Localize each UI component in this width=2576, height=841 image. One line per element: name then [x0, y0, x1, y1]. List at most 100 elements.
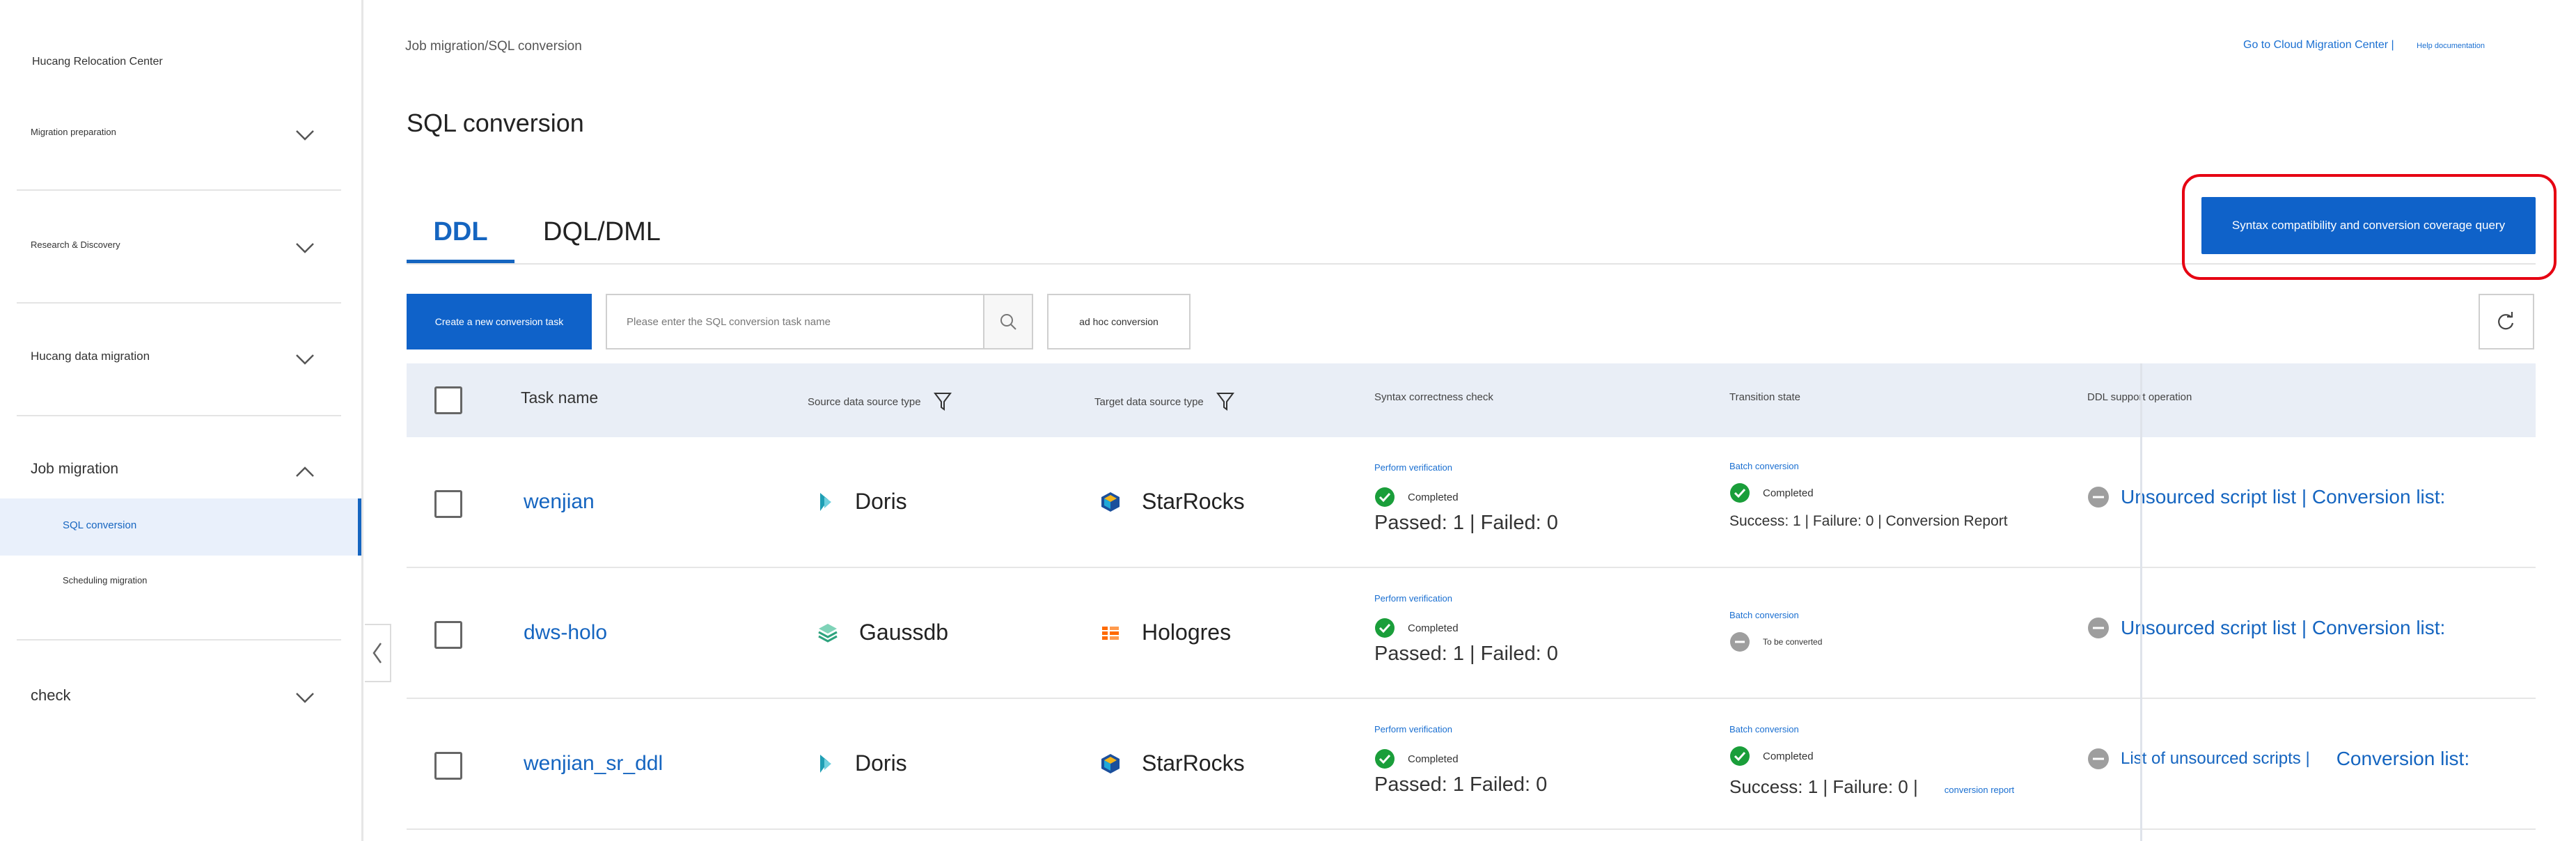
transition-status: Completed	[1729, 746, 2014, 767]
search-button[interactable]	[983, 295, 1032, 348]
transition-status-label: Completed	[1763, 487, 1814, 499]
source-type-label: Doris	[855, 750, 907, 776]
check-circle-icon	[1375, 618, 1395, 638]
brand-title: Hucang Relocation Center	[32, 56, 163, 68]
source-type-label: Doris	[855, 489, 907, 514]
sidebar-item-label: Scheduling migration	[63, 575, 148, 585]
tab-ddl[interactable]: DDL	[407, 209, 515, 263]
refresh-button[interactable]	[2479, 294, 2534, 349]
check-result: Passed: 1 | Failed: 0	[1374, 643, 1558, 665]
target-type-label: StarRocks	[1142, 750, 1245, 776]
chevron-left-icon	[372, 643, 382, 663]
doris-icon	[820, 754, 831, 773]
top-links: Go to Cloud Migration Center | Help docu…	[2243, 39, 2485, 52]
target-type-label: Hologres	[1142, 620, 1232, 645]
select-all-checkbox[interactable]	[434, 386, 462, 414]
transition-state-cell: Batch conversion Completed Success: 1 | …	[1729, 461, 2008, 530]
perform-verification-link[interactable]: Perform verification	[1374, 724, 1547, 734]
batch-conversion-link[interactable]: Batch conversion	[1729, 461, 2008, 471]
table-row: dws-holo Gaussdb Hologres Perform verifi…	[407, 568, 2536, 699]
task-name-link[interactable]: dws-holo	[524, 621, 607, 645]
batch-conversion-link[interactable]: Batch conversion	[1729, 610, 1822, 620]
refresh-icon	[2498, 312, 2514, 330]
transition-result: Success: 1 | Failure: 0 | Conversion Rep…	[1729, 513, 2008, 529]
row-checkbox[interactable]	[434, 490, 462, 518]
row-checkbox[interactable]	[434, 621, 462, 649]
target-type-cell: Hologres	[1100, 620, 1231, 645]
nav-group-label: Migration preparation	[31, 127, 116, 137]
nav-group-check[interactable]: check	[17, 682, 341, 710]
hologres-icon	[1102, 626, 1119, 640]
transition-status: Completed	[1729, 482, 2008, 503]
row-checkbox[interactable]	[434, 752, 462, 780]
target-type-label: StarRocks	[1142, 489, 1245, 514]
source-type-cell: Gaussdb	[817, 620, 948, 645]
gaussdb-icon	[818, 623, 838, 643]
transition-state-cell: Batch conversion To be converted	[1729, 610, 1822, 652]
nav-group-label: check	[31, 686, 71, 704]
nav-group-label: Job migration	[31, 461, 119, 477]
column-header-source-type: Source data source type	[808, 391, 952, 412]
source-type-cell: Doris	[817, 750, 907, 776]
task-name-link[interactable]: wenjian_sr_ddl	[524, 752, 663, 776]
sidebar: Hucang Relocation Center Migration prepa…	[0, 0, 363, 841]
minus-circle-icon	[2088, 748, 2109, 769]
task-name-link[interactable]: wenjian	[524, 490, 595, 514]
tab-dql-dml[interactable]: DQL/DML	[543, 209, 661, 263]
table-row: wenjian Doris StarRocks Perform verifica…	[407, 437, 2536, 568]
target-type-cell: StarRocks	[1100, 489, 1245, 514]
unsourced-script-list-link[interactable]: Unsourced script list | Conversion list:	[2121, 486, 2445, 508]
nav-group-research-discovery[interactable]: Research & Discovery	[17, 233, 341, 260]
starrocks-icon	[1101, 753, 1120, 773]
filter-icon[interactable]	[1216, 391, 1234, 412]
syntax-check-cell: Perform verification Completed Passed: 1…	[1374, 593, 1558, 666]
chevron-down-icon	[296, 130, 314, 141]
adhoc-conversion-button[interactable]: ad hoc conversion	[1047, 294, 1191, 349]
column-resize-divider[interactable]	[2140, 363, 2142, 841]
sidebar-item-sql-conversion[interactable]: SQL conversion	[0, 498, 361, 556]
search-icon	[1000, 314, 1016, 330]
batch-conversion-link[interactable]: Batch conversion	[1729, 724, 2014, 734]
nav-group-migration-preparation[interactable]: Migration preparation	[17, 120, 341, 148]
sidebar-collapse-button[interactable]	[365, 624, 391, 682]
syntax-compatibility-query-button[interactable]: Syntax compatibility and conversion cove…	[2201, 197, 2536, 254]
unsourced-script-list-link[interactable]: List of unsourced scripts |	[2121, 749, 2310, 769]
minus-circle-icon	[2088, 487, 2109, 508]
create-conversion-task-button[interactable]: Create a new conversion task	[407, 294, 592, 349]
nav-group-label: Research & Discovery	[31, 239, 120, 250]
conversion-list-link[interactable]: Conversion list:	[2337, 748, 2469, 770]
table-header: Task name Source data source type Target…	[407, 363, 2536, 437]
chevron-down-icon	[296, 354, 314, 365]
perform-verification-link[interactable]: Perform verification	[1374, 462, 1558, 473]
check-circle-icon	[1730, 483, 1750, 503]
column-header-label: Target data source type	[1094, 395, 1204, 408]
table-row: wenjian_sr_ddl Doris StarRocks Perform v…	[407, 699, 2536, 830]
transition-result: Success: 1 | Failure: 0 |	[1729, 776, 1918, 797]
search-input[interactable]	[607, 295, 983, 348]
nav-group-job-migration[interactable]: Job migration	[17, 457, 341, 485]
column-header-syntax-check: Syntax correctness check	[1374, 391, 1493, 403]
source-type-cell: Doris	[817, 489, 907, 514]
divider	[17, 189, 341, 191]
perform-verification-link[interactable]: Perform verification	[1374, 593, 1558, 604]
filter-icon[interactable]	[933, 391, 952, 412]
minus-circle-icon	[2088, 618, 2109, 638]
cloud-migration-link[interactable]: Go to Cloud Migration Center |	[2243, 39, 2394, 51]
chevron-up-icon	[296, 466, 314, 477]
starrocks-icon	[1101, 492, 1120, 512]
syntax-check-cell: Perform verification Completed Passed: 1…	[1374, 462, 1558, 535]
breadcrumb: Job migration/SQL conversion	[405, 39, 582, 54]
column-header-task-name: Task name	[521, 388, 599, 407]
page-title: SQL conversion	[407, 109, 584, 137]
check-status-label: Completed	[1408, 753, 1459, 765]
conversion-report-link[interactable]: conversion report	[1945, 785, 2014, 795]
unsourced-script-list-link[interactable]: Unsourced script list | Conversion list:	[2121, 617, 2445, 639]
help-documentation-link[interactable]: Help documentation	[2417, 42, 2485, 50]
divider	[17, 639, 341, 640]
column-header-target-type: Target data source type	[1094, 391, 1234, 412]
nav-group-hucang-data-migration[interactable]: Hucang data migration	[17, 344, 341, 372]
sidebar-item-scheduling-migration[interactable]: Scheduling migration	[0, 554, 361, 611]
source-type-label: Gaussdb	[859, 620, 949, 645]
check-result: Passed: 1 Failed: 0	[1374, 773, 1548, 796]
check-circle-icon	[1730, 746, 1750, 766]
